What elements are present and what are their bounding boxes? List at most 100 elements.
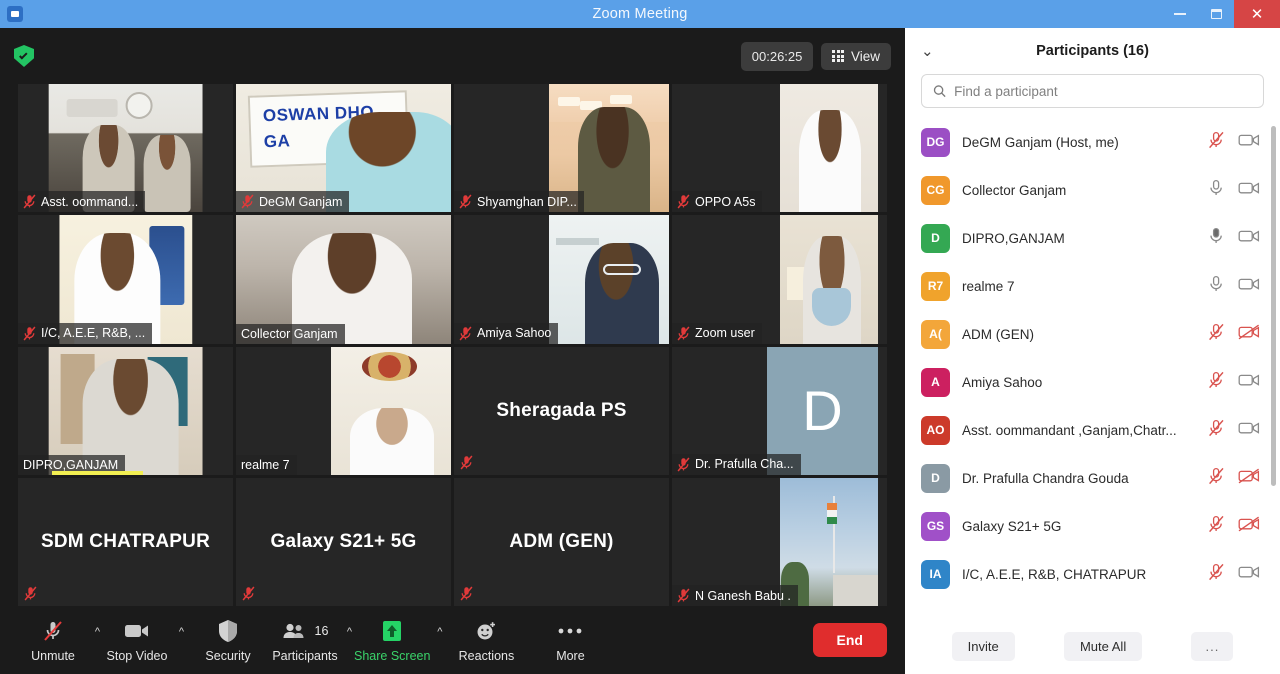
encryption-shield-icon[interactable] [14, 45, 34, 67]
participant-row[interactable]: GS Galaxy S21+ 5G [905, 502, 1280, 550]
avatar: CG [921, 175, 950, 205]
chevron-up-icon[interactable]: ^ [437, 626, 442, 638]
tile-name-label: DeGM Ganjam [236, 191, 350, 213]
participants-scrollbar[interactable] [1271, 126, 1276, 486]
participant-row[interactable]: D Dr. Prafulla Chandra Gouda [905, 454, 1280, 502]
video-off-icon[interactable] [1238, 324, 1260, 345]
participant-name: Amiya Sahoo [962, 374, 1043, 390]
mic-icon[interactable] [1208, 275, 1225, 298]
participant-row[interactable]: D DIPRO,GANJAM [905, 214, 1280, 262]
participant-row[interactable]: DG DeGM Ganjam (Host, me) [905, 118, 1280, 166]
share-screen-icon [380, 618, 404, 644]
tile-name-label: N Ganesh Babu . [672, 585, 798, 606]
video-tile[interactable]: Asst. oommand... [18, 84, 233, 213]
mic-muted-icon [242, 586, 255, 601]
participant-status-icons [1208, 563, 1268, 586]
invite-button[interactable]: Invite [951, 631, 1015, 661]
participant-row[interactable]: A Amiya Sahoo [905, 358, 1280, 406]
minimize-icon[interactable] [1162, 0, 1198, 28]
chevron-up-icon[interactable]: ^ [179, 626, 184, 638]
participant-row[interactable]: CG Collector Ganjam [905, 166, 1280, 214]
video-tile[interactable]: Amiya Sahoo [454, 215, 669, 344]
chevron-up-icon[interactable]: ^ [347, 626, 352, 638]
video-icon[interactable] [1238, 180, 1260, 201]
video-tile[interactable]: D Dr. Prafulla Cha... [672, 346, 887, 475]
audio-level-indicator [52, 470, 143, 475]
more-button[interactable]: More [528, 618, 612, 663]
video-off-icon[interactable] [1238, 468, 1260, 489]
participant-row[interactable]: A(ADM (GEN) [905, 310, 1280, 358]
mic-muted-icon[interactable] [1208, 515, 1225, 538]
tile-name-label: I/C, A.E.E, R&B, ... [18, 322, 153, 344]
video-tile[interactable]: Shyamghan DIP... [454, 84, 669, 213]
video-icon[interactable] [1238, 564, 1260, 585]
tile-participant-name: Dr. Prafulla Cha... [695, 457, 794, 472]
participant-video [779, 215, 879, 344]
security-button[interactable]: Security [186, 618, 270, 663]
mic-icon[interactable] [1208, 179, 1225, 202]
participant-status-icons [1208, 131, 1268, 154]
tile-name-label: Asst. oommand... [18, 191, 146, 213]
participant-row[interactable]: IA I/C, A.E.E, R&B, CHATRAPUR [905, 550, 1280, 598]
mic-muted-icon[interactable] [1208, 467, 1225, 490]
tile-participant-name: OPPO A5s [695, 194, 756, 209]
mic-muted-icon [677, 194, 690, 209]
tile-participant-name: Collector Ganjam [241, 326, 338, 341]
video-tile[interactable]: Sheragada PS [454, 346, 669, 475]
mic-muted-icon [459, 326, 472, 341]
meeting-toolbar: Unmute ^ Stop Video ^ Security 16 Partic… [0, 606, 905, 674]
video-tile[interactable]: I/C, A.E.E, R&B, ... [18, 215, 233, 344]
mic-muted-icon [241, 194, 254, 209]
video-tile[interactable]: Collector Ganjam [236, 215, 451, 344]
mic-muted-icon[interactable] [1208, 371, 1225, 394]
video-tile[interactable]: N Ganesh Babu . [672, 477, 887, 606]
panel-more-button[interactable]: ... [1191, 631, 1234, 661]
participant-search[interactable] [921, 74, 1264, 108]
video-icon[interactable] [1238, 420, 1260, 441]
unmute-label: Unmute [31, 648, 75, 663]
unmute-button[interactable]: Unmute ^ [18, 618, 102, 663]
mic-muted-icon[interactable] [1208, 563, 1225, 586]
video-icon[interactable] [1238, 132, 1260, 153]
video-tile[interactable]: realme 7 [236, 346, 451, 475]
close-icon[interactable]: ✕ [1234, 0, 1280, 28]
mic-muted-icon[interactable] [1208, 131, 1225, 154]
participant-row[interactable]: AO Asst. oommandant ,Ganjam,Chatr... [905, 406, 1280, 454]
participant-row[interactable]: R7 realme 7 [905, 262, 1280, 310]
reactions-button[interactable]: Reactions [444, 618, 528, 663]
participants-button[interactable]: 16 Participants ^ [270, 618, 354, 663]
maximize-icon[interactable] [1198, 0, 1234, 28]
participants-list[interactable]: DG DeGM Ganjam (Host, me) CG Collector Ganj… [905, 118, 1280, 618]
video-tile[interactable]: OSWAN DHQ GA DeGM Ganjam [236, 84, 451, 213]
security-label: Security [205, 648, 251, 663]
grid-icon [832, 50, 844, 62]
mic-muted-icon[interactable] [1208, 323, 1225, 346]
video-tile[interactable]: DIPRO,GANJAM [18, 346, 233, 475]
video-icon[interactable] [1238, 372, 1260, 393]
mic-muted-icon [459, 194, 472, 209]
mic-icon[interactable] [1208, 227, 1225, 250]
video-icon[interactable] [1238, 228, 1260, 249]
participants-icon: 16 [282, 618, 328, 644]
participant-status-icons [1208, 419, 1268, 442]
chevron-up-icon[interactable]: ^ [95, 626, 100, 638]
mic-muted-icon[interactable] [1208, 419, 1225, 442]
mic-muted-icon [23, 194, 36, 209]
video-tile[interactable]: SDM CHATRAPUR [18, 477, 233, 606]
video-off-icon[interactable] [1238, 516, 1260, 537]
stop-video-button[interactable]: Stop Video ^ [102, 618, 186, 663]
end-meeting-button[interactable]: End [812, 623, 887, 657]
video-tile[interactable]: ADM (GEN) [454, 477, 669, 606]
video-icon[interactable] [1238, 276, 1260, 297]
participant-name: Dr. Prafulla Chandra Gouda [962, 470, 1129, 486]
participant-status-icons [1208, 467, 1268, 490]
tile-participant-name: Asst. oommand... [41, 194, 139, 209]
mute-all-button[interactable]: Mute All [1063, 631, 1143, 661]
tile-name-label: realme 7 [236, 454, 297, 475]
video-tile[interactable]: Zoom user [672, 215, 887, 344]
share-screen-button[interactable]: Share Screen ^ [354, 618, 444, 663]
search-input[interactable] [954, 83, 1252, 99]
video-tile[interactable]: Galaxy S21+ 5G [236, 477, 451, 606]
video-tile[interactable]: OPPO A5s [672, 84, 887, 213]
view-button[interactable]: View [821, 42, 891, 70]
